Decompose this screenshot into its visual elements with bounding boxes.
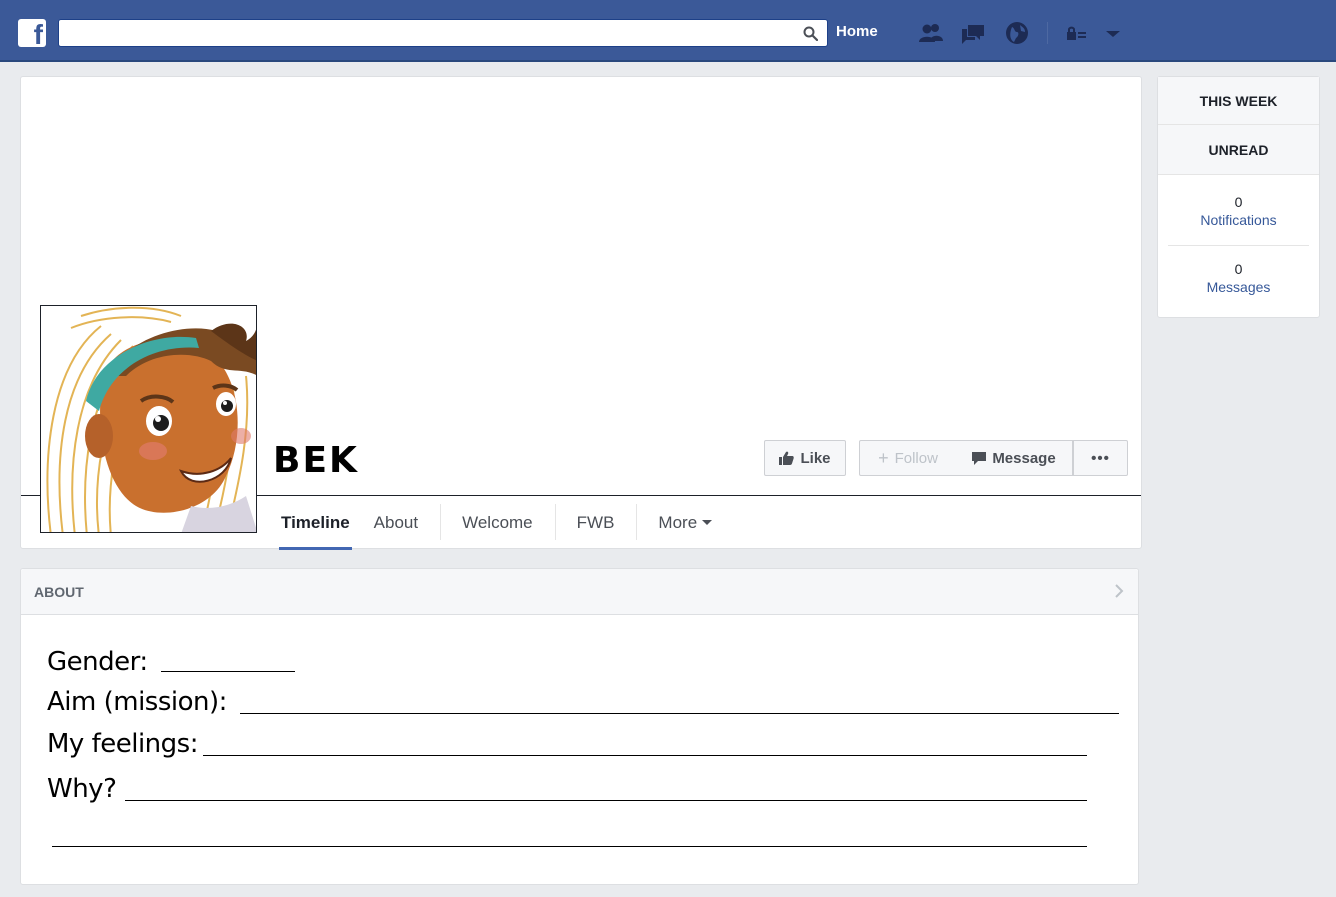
tab-about-label: About xyxy=(373,513,419,532)
follow-label: Follow xyxy=(894,449,938,467)
feelings-blank-line xyxy=(203,755,1087,756)
tab-welcome-label: Welcome xyxy=(462,513,533,532)
tab-timeline[interactable]: Timeline xyxy=(279,496,352,550)
about-card: ABOUT Gender: Aim (mission): My feelings… xyxy=(20,568,1139,885)
privacy-shortcuts-icon[interactable] xyxy=(1064,20,1090,46)
tab-fwb-label: FWB xyxy=(576,513,615,532)
tab-fwb[interactable]: FWB xyxy=(554,496,637,550)
tab-welcome[interactable]: Welcome xyxy=(440,496,555,550)
facebook-logo[interactable]: f xyxy=(18,19,46,50)
gender-blank-line xyxy=(161,671,295,672)
logo-letter: f xyxy=(33,19,43,50)
more-options-button[interactable]: ••• xyxy=(1073,440,1128,476)
search-icon xyxy=(803,26,818,41)
messages-count: 0 xyxy=(1234,261,1243,277)
profile-name: BEK xyxy=(273,440,359,481)
message-button[interactable]: Message xyxy=(956,440,1073,476)
follow-button[interactable]: + Follow xyxy=(859,440,957,476)
thumbs-up-icon xyxy=(779,451,795,465)
message-bubble-icon xyxy=(972,451,987,465)
tab-more[interactable]: More xyxy=(636,496,735,550)
profile-picture[interactable] xyxy=(40,305,257,533)
unread-header[interactable]: UNREAD xyxy=(1158,125,1319,175)
about-title: ABOUT xyxy=(34,584,84,600)
profile-avatar-illustration xyxy=(41,306,256,532)
tab-more-label: More xyxy=(658,513,698,532)
account-menu-chevron-icon[interactable] xyxy=(1100,20,1126,46)
this-week-header[interactable]: THIS WEEK xyxy=(1158,77,1319,125)
home-link[interactable]: Home xyxy=(836,23,878,40)
like-label: Like xyxy=(800,449,831,467)
tab-about[interactable]: About xyxy=(370,496,440,550)
extra-blank-line xyxy=(52,846,1087,847)
aim-blank-line xyxy=(240,713,1119,714)
more-options-dots: ••• xyxy=(1091,449,1110,467)
nav-divider xyxy=(1047,22,1048,44)
notifications-stat: 0 Notifications xyxy=(1158,175,1319,245)
messages-icon[interactable] xyxy=(960,20,986,46)
cover-card: BEK Like + Follow Message ••• Timeline A… xyxy=(20,76,1142,550)
why-label: Why? xyxy=(47,774,117,804)
message-label: Message xyxy=(992,449,1056,467)
notifications-count: 0 xyxy=(1234,194,1243,210)
feelings-label: My feelings: xyxy=(47,729,198,759)
search-box xyxy=(58,19,828,47)
plus-icon: + xyxy=(878,447,889,468)
friends-icon[interactable] xyxy=(918,20,944,46)
aim-label: Aim (mission): xyxy=(47,687,227,717)
tab-timeline-label: Timeline xyxy=(281,513,350,532)
notifications-link[interactable]: Notifications xyxy=(1158,212,1319,228)
profile-tabs: Timeline About Welcome FWB More xyxy=(279,496,735,550)
about-header: ABOUT xyxy=(21,569,1138,615)
messages-link[interactable]: Messages xyxy=(1168,279,1309,295)
chevron-down-icon xyxy=(702,520,713,525)
why-blank-line xyxy=(125,800,1087,801)
search-button[interactable] xyxy=(793,20,827,46)
messages-stat: 0 Messages xyxy=(1168,245,1309,315)
activity-sidebar: THIS WEEK UNREAD 0 Notifications 0 Messa… xyxy=(1157,76,1320,318)
notifications-globe-icon[interactable] xyxy=(1004,20,1030,46)
like-button[interactable]: Like xyxy=(764,440,846,476)
chevron-right-icon[interactable] xyxy=(1114,583,1124,599)
top-navigation-bar: f Home xyxy=(0,0,1336,62)
gender-label: Gender: xyxy=(47,647,148,677)
search-input[interactable] xyxy=(59,20,779,46)
